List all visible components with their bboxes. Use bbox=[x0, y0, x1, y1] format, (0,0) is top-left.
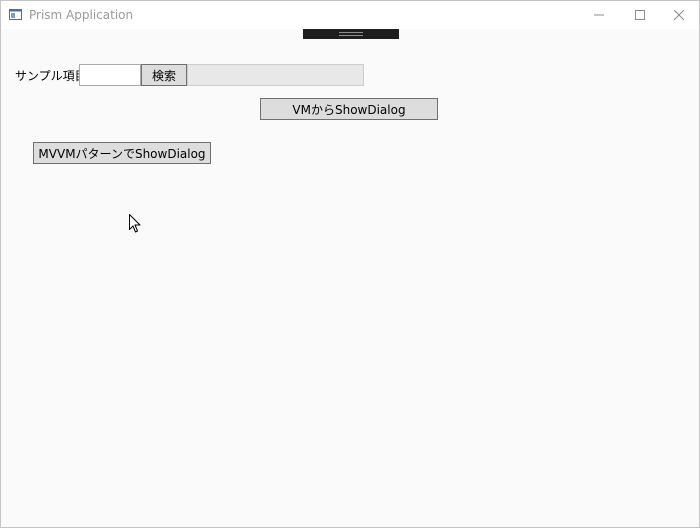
search-button[interactable]: 検索 bbox=[141, 64, 187, 86]
search-input[interactable] bbox=[79, 64, 141, 86]
result-display bbox=[187, 64, 364, 86]
mouse-cursor-icon bbox=[129, 214, 141, 233]
minimize-button[interactable] bbox=[576, 1, 622, 29]
vm-show-dialog-button[interactable]: VMからShowDialog bbox=[260, 98, 438, 120]
toolbar-grip-icon bbox=[339, 32, 363, 36]
debug-toolbar[interactable] bbox=[303, 29, 399, 39]
title-bar[interactable]: Prism Application bbox=[1, 1, 699, 29]
app-icon bbox=[9, 9, 22, 20]
close-icon bbox=[674, 10, 684, 20]
maximize-icon bbox=[635, 10, 645, 20]
mvvm-show-dialog-button[interactable]: MVVMパターンでShowDialog bbox=[33, 142, 211, 164]
sample-item-label: サンプル項目 bbox=[15, 69, 87, 83]
minimize-icon bbox=[594, 14, 604, 16]
close-button[interactable] bbox=[656, 1, 700, 29]
window-title: Prism Application bbox=[29, 8, 134, 22]
application-window: Prism Application サンプル項目 検索 VMからShowDial… bbox=[0, 0, 700, 528]
